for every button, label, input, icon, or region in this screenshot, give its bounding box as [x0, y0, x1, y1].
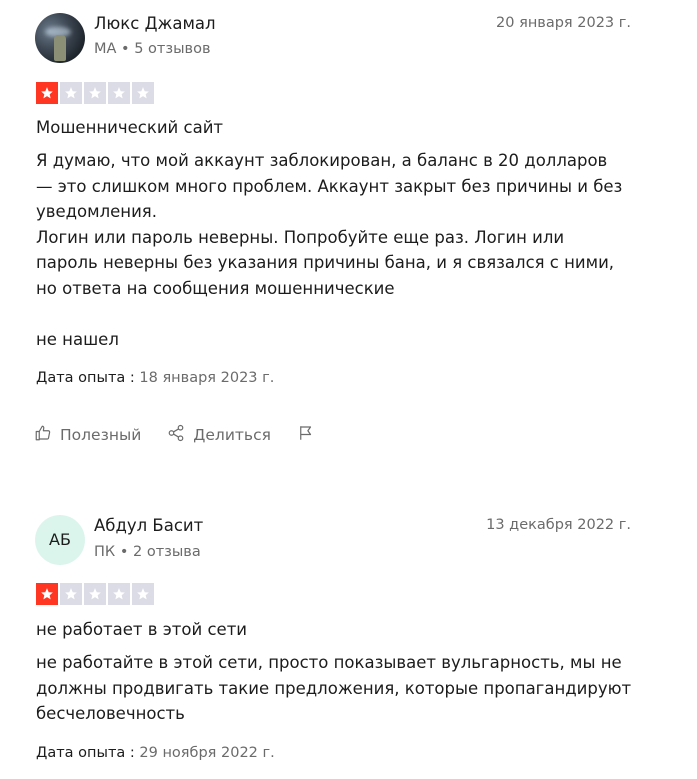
reviewer-country: MA [94, 41, 117, 57]
experience-date-value: 18 января 2023 г. [139, 370, 275, 386]
reviewer-review-count[interactable]: 2 отзыва [133, 544, 201, 560]
experience-label: Дата опыта : [36, 370, 135, 386]
reviewer-meta: ПК • 2 отзыва [94, 544, 201, 560]
star-rating [36, 583, 154, 605]
review-actions: Полезный Делиться [34, 424, 315, 446]
star-icon [132, 583, 154, 605]
star-icon [132, 82, 154, 104]
thumbs-up-icon [34, 424, 52, 446]
meta-separator: • [119, 544, 129, 560]
flag-icon [297, 424, 315, 446]
review-date: 13 декабря 2022 г. [486, 517, 631, 533]
reviewer-meta: MA • 5 отзывов [94, 41, 211, 57]
meta-separator: • [121, 41, 130, 57]
star-icon [84, 82, 106, 104]
share-icon [167, 424, 185, 446]
reviewer-review-count[interactable]: 5 отзывов [134, 41, 210, 57]
useful-label: Полезный [60, 426, 142, 444]
avatar[interactable]: АБ [35, 515, 85, 565]
review-body: не работайте в этой сети, просто показыв… [36, 653, 632, 723]
star-icon [36, 82, 58, 104]
star-icon [36, 583, 58, 605]
star-icon [84, 583, 106, 605]
star-icon [108, 583, 130, 605]
reviewer-name[interactable]: Абдул Басит [94, 516, 203, 535]
review-title[interactable]: не работает в этой сети [36, 620, 247, 639]
star-icon [108, 82, 130, 104]
review-date: 20 января 2023 г. [496, 15, 631, 31]
star-icon [60, 583, 82, 605]
experience-date: Дата опыта : 29 ноября 2022 г. [36, 745, 275, 761]
experience-label: Дата опыта : [36, 745, 135, 761]
review-title[interactable]: Мошеннический сайт [36, 118, 223, 137]
avatar[interactable] [35, 13, 85, 63]
share-label: Делиться [193, 426, 271, 444]
experience-date-value: 29 ноября 2022 г. [139, 745, 275, 761]
experience-date: Дата опыта : 18 января 2023 г. [36, 370, 274, 386]
useful-button[interactable]: Полезный [34, 424, 141, 446]
star-icon [60, 82, 82, 104]
star-rating [36, 82, 154, 104]
reviewer-name[interactable]: Люкс Джамал [94, 14, 216, 33]
reviewer-country: ПК [94, 544, 116, 560]
report-button[interactable] [297, 424, 315, 446]
review-body: Я думаю, что мой аккаунт заблокирован, а… [36, 151, 623, 349]
share-button[interactable]: Делиться [167, 424, 271, 446]
